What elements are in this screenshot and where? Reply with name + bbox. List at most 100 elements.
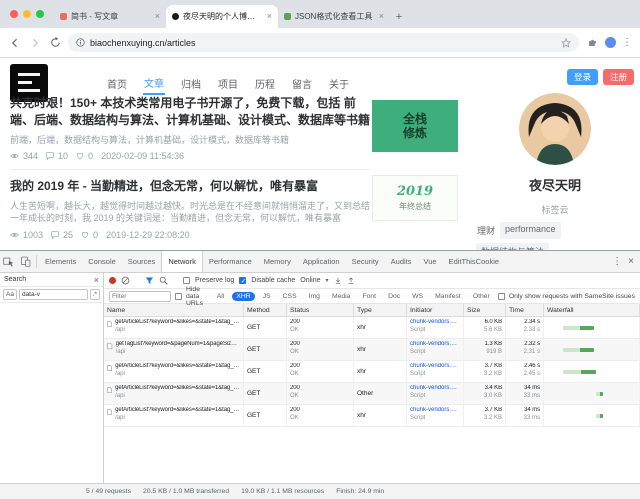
devtools-tab-network[interactable]: Network bbox=[161, 251, 203, 272]
devtools-tab-vue[interactable]: Vue bbox=[418, 251, 443, 272]
export-har-icon[interactable] bbox=[347, 277, 355, 285]
address-bar[interactable]: biaochenxuying.cn/articles bbox=[68, 33, 579, 52]
throttling-dropdown[interactable]: Online bbox=[300, 277, 320, 284]
disable-cache-label[interactable]: Disable cache bbox=[251, 277, 295, 284]
request-name-cell[interactable]: getArticleList?keyword=&likes=&state=1&t… bbox=[104, 317, 244, 338]
network-request-row[interactable]: getArticleList?keyword=&likes=&state=1&t… bbox=[104, 361, 640, 383]
browser-menu-icon[interactable]: ⋮ bbox=[622, 37, 632, 48]
devtools-tab-performance[interactable]: Performance bbox=[203, 251, 258, 272]
tag-chip[interactable]: performance bbox=[500, 222, 561, 239]
initiator-link[interactable]: chunk-vendors.47... bbox=[410, 363, 460, 369]
register-button[interactable]: 注册 bbox=[603, 69, 634, 85]
profile-avatar[interactable] bbox=[605, 37, 616, 48]
initiator-link[interactable]: chunk-vendors.47... bbox=[410, 385, 460, 391]
nav-item-archive[interactable]: 归档 bbox=[180, 73, 202, 94]
nav-item-projects[interactable]: 项目 bbox=[217, 73, 239, 94]
hide-data-urls-checkbox[interactable] bbox=[175, 293, 182, 300]
column-header-type[interactable]: Type bbox=[354, 304, 407, 316]
column-header-size[interactable]: Size bbox=[464, 304, 506, 316]
article-cover-image[interactable]: 2019 年终总结 bbox=[372, 175, 458, 221]
devtools-tab-console[interactable]: Console bbox=[82, 251, 122, 272]
nav-item-timeline[interactable]: 历程 bbox=[254, 73, 276, 94]
filter-pill-manifest[interactable]: Manifest bbox=[431, 292, 465, 301]
devtools-tab-editthiscookie[interactable]: EditThisCookie bbox=[443, 251, 505, 272]
initiator-link[interactable]: chunk-vendors.47... bbox=[410, 319, 460, 325]
devtools-tab-audits[interactable]: Audits bbox=[385, 251, 418, 272]
close-window-button[interactable] bbox=[10, 10, 18, 18]
filter-pill-other[interactable]: Other bbox=[469, 292, 494, 301]
import-har-icon[interactable] bbox=[334, 277, 342, 285]
login-button[interactable]: 登录 bbox=[567, 69, 598, 85]
browser-tab-blog[interactable]: 夜尽天明的个人博客首页 × bbox=[166, 5, 278, 28]
preserve-log-label[interactable]: Preserve log bbox=[195, 277, 234, 284]
forward-button[interactable] bbox=[28, 36, 42, 50]
article-cover-image[interactable]: 全栈 修炼 bbox=[372, 100, 458, 152]
nav-item-home[interactable]: 首页 bbox=[106, 73, 128, 94]
initiator-link[interactable]: chunk-vendors.47... bbox=[410, 341, 460, 347]
article-title[interactable]: 我的 2019 年 - 当勤精进，但念无常，何以解忧，唯有暴富 bbox=[10, 178, 370, 195]
devtools-menu-icon[interactable]: ⋮ bbox=[612, 256, 622, 267]
filter-pill-xhr[interactable]: XHR bbox=[232, 292, 254, 301]
new-tab-button[interactable]: + bbox=[390, 5, 408, 28]
devtools-tab-elements[interactable]: Elements bbox=[39, 251, 82, 272]
request-name-cell[interactable]: getArticleList?keyword=&likes=&state=1&t… bbox=[104, 361, 244, 382]
filter-pill-doc[interactable]: Doc bbox=[384, 292, 404, 301]
filter-input[interactable] bbox=[109, 291, 171, 302]
network-search-icon[interactable] bbox=[159, 276, 168, 285]
disable-cache-checkbox[interactable] bbox=[239, 277, 246, 284]
match-case-toggle[interactable]: Aa bbox=[3, 289, 17, 300]
filter-pill-ws[interactable]: WS bbox=[408, 292, 427, 301]
nav-item-message[interactable]: 留言 bbox=[291, 73, 313, 94]
column-header-time[interactable]: Time bbox=[506, 304, 544, 316]
tab-close-icon[interactable]: × bbox=[155, 12, 160, 21]
site-info-icon[interactable] bbox=[76, 38, 85, 47]
request-name-cell[interactable]: getTagList?keyword=&pageNum=1&pageSize=1… bbox=[104, 339, 244, 360]
filter-pill-all[interactable]: All bbox=[213, 292, 229, 301]
initiator-link[interactable]: chunk-vendors.47... bbox=[410, 407, 460, 413]
tag-chip[interactable]: 数据结构与算法 bbox=[476, 243, 549, 250]
reload-button[interactable] bbox=[48, 36, 62, 50]
article-title[interactable]: 共克时艰！150+ 本技术类常用电子书开源了，免费下载，包括 前端、后端、数据结… bbox=[10, 95, 370, 130]
network-request-row[interactable]: getTagList?keyword=&pageNum=1&pageSize=1… bbox=[104, 339, 640, 361]
device-toolbar-icon[interactable] bbox=[17, 251, 34, 272]
column-header-name[interactable]: Name bbox=[104, 304, 244, 316]
tab-close-icon[interactable]: × bbox=[379, 12, 384, 21]
column-header-method[interactable]: Method bbox=[244, 304, 287, 316]
samesite-label[interactable]: Only show requests with SameSite issues bbox=[509, 293, 635, 300]
devtools-tab-application[interactable]: Application bbox=[297, 251, 346, 272]
filter-toggle-icon[interactable] bbox=[145, 276, 154, 285]
tab-close-icon[interactable]: × bbox=[267, 12, 272, 21]
request-name-cell[interactable]: getArticleList?keyword=&likes=&state=1&t… bbox=[104, 383, 244, 404]
browser-tab-jianshu[interactable]: 简书 - 写文章 × bbox=[54, 5, 166, 28]
network-request-row[interactable]: getArticleList?keyword=&likes=&state=1&t… bbox=[104, 317, 640, 339]
filter-pill-font[interactable]: Font bbox=[358, 292, 380, 301]
devtools-tab-security[interactable]: Security bbox=[346, 251, 385, 272]
clear-network-log-icon[interactable] bbox=[121, 276, 130, 285]
inspect-element-icon[interactable] bbox=[0, 251, 17, 272]
devtools-tab-sources[interactable]: Sources bbox=[122, 251, 162, 272]
network-request-row[interactable]: getArticleList?keyword=&likes=&state=1&t… bbox=[104, 383, 640, 405]
filter-pill-media[interactable]: Media bbox=[328, 292, 355, 301]
search-close-icon[interactable]: × bbox=[94, 275, 99, 285]
devtools-tab-memory[interactable]: Memory bbox=[258, 251, 297, 272]
network-request-row[interactable]: getArticleList?keyword=&likes=&state=1&t… bbox=[104, 405, 640, 427]
filter-pill-css[interactable]: CSS bbox=[279, 292, 301, 301]
bookmark-star-icon[interactable] bbox=[561, 38, 571, 48]
extension-icon[interactable] bbox=[585, 36, 599, 50]
request-name-cell[interactable]: getArticleList?keyword=&likes=&state=1&t… bbox=[104, 405, 244, 426]
search-input[interactable] bbox=[19, 289, 88, 300]
back-button[interactable] bbox=[8, 36, 22, 50]
devtools-close-icon[interactable]: × bbox=[628, 256, 634, 267]
column-header-waterfall[interactable]: Waterfall bbox=[544, 304, 640, 316]
column-header-status[interactable]: Status bbox=[287, 304, 354, 316]
column-header-initiator[interactable]: Initiator bbox=[407, 304, 464, 316]
regex-toggle[interactable]: .* bbox=[90, 289, 100, 300]
browser-tab-json-tool[interactable]: JSON格式化查看工具 × bbox=[278, 5, 390, 28]
author-avatar[interactable] bbox=[519, 93, 591, 165]
preserve-log-checkbox[interactable] bbox=[183, 277, 190, 284]
minimize-window-button[interactable] bbox=[23, 10, 31, 18]
nav-item-articles[interactable]: 文章 bbox=[143, 72, 165, 95]
nav-item-about[interactable]: 关于 bbox=[328, 73, 350, 94]
zoom-window-button[interactable] bbox=[36, 10, 44, 18]
tag-chip[interactable]: 理财 bbox=[476, 222, 496, 239]
